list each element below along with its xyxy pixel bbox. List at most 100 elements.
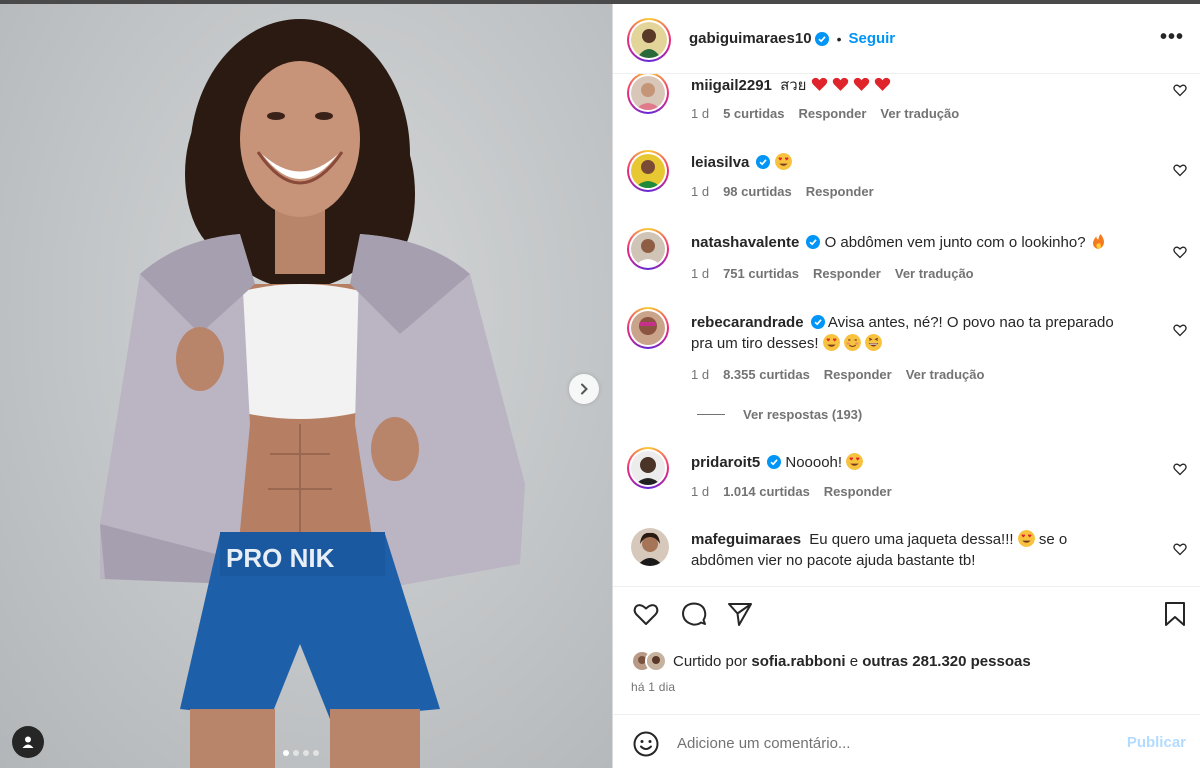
post-media[interactable]: PRO NIK [0,4,612,768]
comment-meta: 1 d 751 curtidas Responder Ver tradução [691,266,974,281]
laughing-emoji [865,334,883,351]
bookmark-icon[interactable] [1161,600,1189,628]
author-username[interactable]: gabiguimaraes10 [689,30,812,47]
reply-button[interactable]: Responder [799,106,867,121]
commenter-username[interactable]: pridaroit5 [691,454,760,471]
view-replies-button[interactable]: Ver respostas (193) [697,407,862,422]
next-image-button[interactable] [569,374,599,404]
commenter-username[interactable]: leiasilva [691,154,749,171]
actions-divider [613,586,1200,587]
comment-like-heart-icon[interactable] [1173,323,1187,337]
comment-text: Nooooh! [785,454,843,471]
comment-text-line1b: se o [1038,531,1068,548]
comment-meta: 1 d 5 curtidas Responder Ver tradução [691,106,959,121]
comment-meta: 1 d 98 curtidas Responder [691,184,874,199]
more-options-icon[interactable]: ••• [1160,27,1184,47]
comment-text-line1: Avisa antes, né?! O povo nao ta preparad… [827,314,1114,331]
smiley-icon[interactable] [633,731,659,757]
comment-like-heart-icon[interactable] [1173,542,1187,556]
commenter-avatar[interactable] [627,447,669,489]
reply-button[interactable]: Responder [813,266,881,281]
carousel-dot [303,750,309,756]
comment-like-heart-icon[interactable] [1173,163,1187,177]
translate-button[interactable]: Ver tradução [895,266,974,281]
comment-time[interactable]: 1 d [691,484,709,499]
translate-button[interactable]: Ver tradução [880,106,959,121]
liked-by-user[interactable]: sofia.rabboni [751,653,845,670]
verified-badge-icon [810,315,825,329]
comment-likes[interactable]: 5 curtidas [723,106,784,121]
verified-badge-icon [756,155,771,169]
carousel-dots [283,750,319,756]
liker-avatar[interactable] [645,650,667,672]
view-replies-label: Ver respostas (193) [743,407,863,422]
comment-meta: 1 d 8.355 curtidas Responder Ver traduçã… [691,367,984,382]
carousel-dot [293,750,299,756]
header-separator: • [836,30,842,47]
chevron-right-icon [581,383,588,395]
comment-text-line1: Eu quero uma jaqueta dessa!!! [809,531,1014,548]
heart-eyes-emoji [846,453,864,470]
post-photo: PRO NIK [100,19,525,768]
comment-text-line2: pra um tiro desses! [691,335,819,352]
comment-like-heart-icon[interactable] [1173,83,1187,97]
tagged-users-button[interactable] [12,726,44,758]
post-time[interactable]: há 1 dia [631,680,675,694]
comment-likes[interactable]: 751 curtidas [723,266,799,281]
comment-text: สวย [780,77,807,94]
heart-eyes-emoji [1017,530,1035,547]
heart-eyes-emoji [822,334,840,351]
commenter-avatar[interactable] [627,74,669,114]
reply-button[interactable]: Responder [824,367,892,382]
post-actions [613,600,1200,630]
shorts-print: PRO NIK [226,543,335,573]
fire-emoji [1092,234,1104,249]
commenter-avatar[interactable] [631,528,669,566]
red-heart-emoji [811,77,827,91]
red-heart-emoji [832,77,849,91]
carousel-dot [283,750,289,756]
liked-by-others[interactable]: outras 281.320 pessoas [862,653,1030,670]
liked-by-join: e [849,652,859,670]
commenter-username[interactable]: rebecarandrade [691,314,804,331]
comment-time[interactable]: 1 d [691,266,709,281]
comment-time[interactable]: 1 d [691,106,709,121]
author-avatar[interactable] [627,18,671,62]
send-icon[interactable] [726,600,754,628]
commenter-username[interactable]: natashavalente [691,234,799,251]
comment-time[interactable]: 1 d [691,184,709,199]
heart-eyes-emoji [774,153,792,170]
comment-text: O abdômen vem junto com o lookinho? [824,234,1086,251]
comment-time[interactable]: 1 d [691,367,709,382]
comment-input[interactable] [677,731,1097,755]
carousel-dot [313,750,319,756]
reply-button[interactable]: Responder [806,184,874,199]
reply-button[interactable]: Responder [824,484,892,499]
follow-button[interactable]: Seguir [848,30,895,47]
verified-badge-icon [806,235,821,249]
commenter-username[interactable]: mafeguimaraes [691,531,801,548]
comment-meta: 1 d 1.014 curtidas Responder [691,484,892,499]
comment-like-heart-icon[interactable] [1173,245,1187,259]
comment-like-heart-icon[interactable] [1173,462,1187,476]
liked-by-text: Curtido por sofia.rabboni e outras 281.3… [673,653,1031,670]
comment-icon[interactable] [680,600,708,628]
heart-icon[interactable] [632,600,660,628]
comment-likes[interactable]: 1.014 curtidas [723,484,810,499]
post-side-panel: gabiguimaraes10 • Seguir ••• miigail2291… [613,4,1200,768]
commenter-avatar[interactable] [627,228,669,270]
publish-button[interactable]: Publicar [1127,734,1186,751]
comment-likes[interactable]: 8.355 curtidas [723,367,810,382]
comment-text-line2: abdômen vier no pacote ajuda bastante tb… [691,552,976,569]
commenter-avatar[interactable] [627,150,669,192]
red-heart-emoji [853,77,870,91]
translate-button[interactable]: Ver tradução [906,367,985,382]
comments-list[interactable]: miigail2291 สวย 1 d 5 curtidas Responder… [613,74,1200,586]
comment-likes[interactable]: 98 curtidas [723,184,792,199]
verified-badge-icon [814,31,829,46]
red-heart-emoji [874,77,891,91]
liked-by-row: Curtido por sofia.rabboni e outras 281.3… [631,650,1031,672]
liked-by-prefix: Curtido por [673,652,748,670]
commenter-avatar[interactable] [627,307,669,349]
commenter-username[interactable]: miigail2291 [691,77,772,94]
